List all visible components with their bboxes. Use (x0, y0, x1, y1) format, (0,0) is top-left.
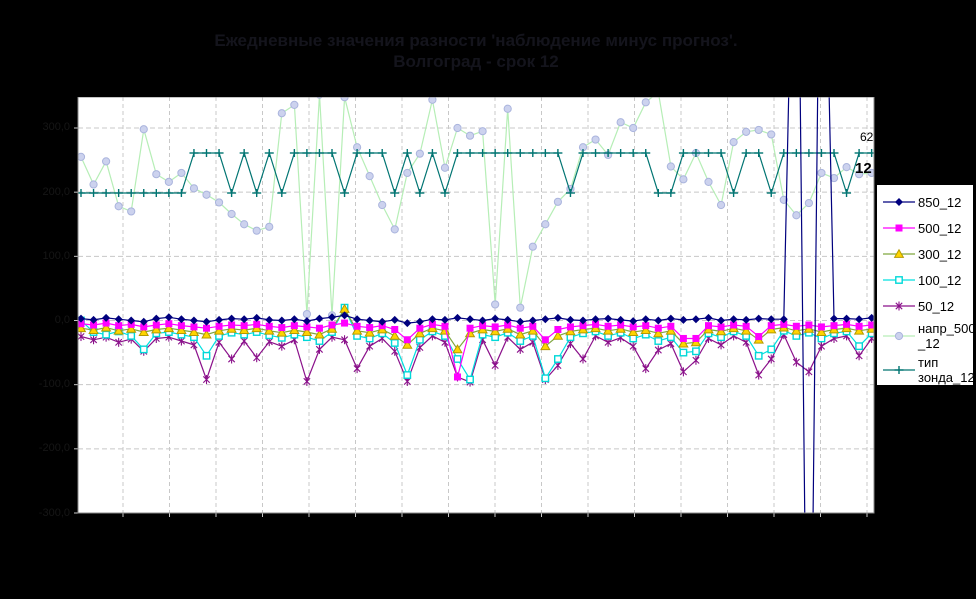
legend-item-100-12: 100_12 (882, 267, 973, 293)
legend-marker-100-12-icon (882, 273, 918, 287)
legend-item-napr-500-12: напр_500 _12 (882, 319, 973, 353)
y-axis-tick-label: 200,0 (0, 186, 70, 199)
y-axis-tick-label: 300,0 (0, 121, 70, 134)
legend-label: 300_12 (918, 247, 961, 262)
legend-label: 500_12 (918, 221, 961, 236)
chart-title-line-2: Волгоград - срок 12 (78, 51, 874, 72)
plot-background (78, 97, 874, 513)
legend-marker-50-12-icon (882, 299, 918, 313)
legend-label: тип зонда_12 (918, 355, 975, 385)
legend-marker-tip-zonda-12-icon (882, 363, 918, 377)
legend-marker-500-12-icon (882, 221, 918, 235)
legend-item-850-12: 850_12 (882, 189, 973, 215)
legend-marker-300-12-icon (882, 247, 918, 261)
y-axis-tick-label: -300,0 (0, 507, 70, 520)
legend-item-50-12: 50_12 (882, 293, 973, 319)
y-axis-tick-label: -200,0 (0, 442, 70, 455)
data-label-12: 12 (855, 160, 872, 177)
chart-title-line-1: Ежедневные значения разности 'наблюдение… (78, 30, 874, 51)
legend-label: 850_12 (918, 195, 961, 210)
y-axis-tick-label: 0,0 (0, 314, 70, 327)
legend-item-500-12: 500_12 (882, 215, 973, 241)
legend-marker-napr-500-12-icon (882, 329, 918, 343)
legend-marker-850-12-icon (882, 195, 918, 209)
chart-title: Ежедневные значения разности 'наблюдение… (78, 30, 874, 72)
y-axis-tick-label: -100,0 (0, 378, 70, 391)
data-label-62: 62 (860, 130, 873, 144)
legend-label: 100_12 (918, 273, 961, 288)
legend-label: 50_12 (918, 299, 954, 314)
legend-item-tip-zonda-12: тип зонда_12 (882, 353, 973, 387)
y-axis-labels: 300,0 200,0 100,0 0,0 -100,0 -200,0 -300,0 (0, 0, 72, 599)
legend: 850_12 500_12 300_12 100_12 50_12 напр_5… (876, 184, 974, 386)
y-axis-tick-label: 100,0 (0, 250, 70, 263)
plot-area (74, 97, 876, 518)
legend-item-300-12: 300_12 (882, 241, 973, 267)
legend-label: напр_500 _12 (918, 321, 976, 351)
chart-window: Ежедневные значения разности 'наблюдение… (0, 0, 976, 599)
